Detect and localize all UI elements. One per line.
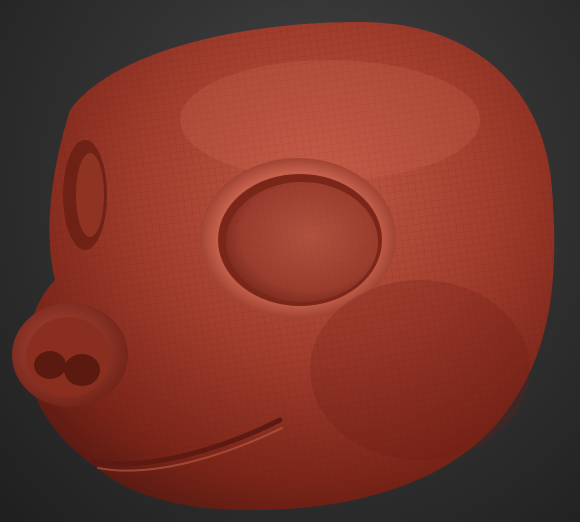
left-eye-socket (63, 140, 107, 250)
sculpt-viewport[interactable] (0, 0, 580, 522)
cheek-shade (310, 280, 530, 460)
left-nostril (34, 351, 66, 379)
snout (12, 303, 128, 407)
brow-highlight (180, 60, 480, 180)
right-nostril (64, 354, 100, 386)
sculpted-head-model[interactable] (0, 0, 580, 522)
